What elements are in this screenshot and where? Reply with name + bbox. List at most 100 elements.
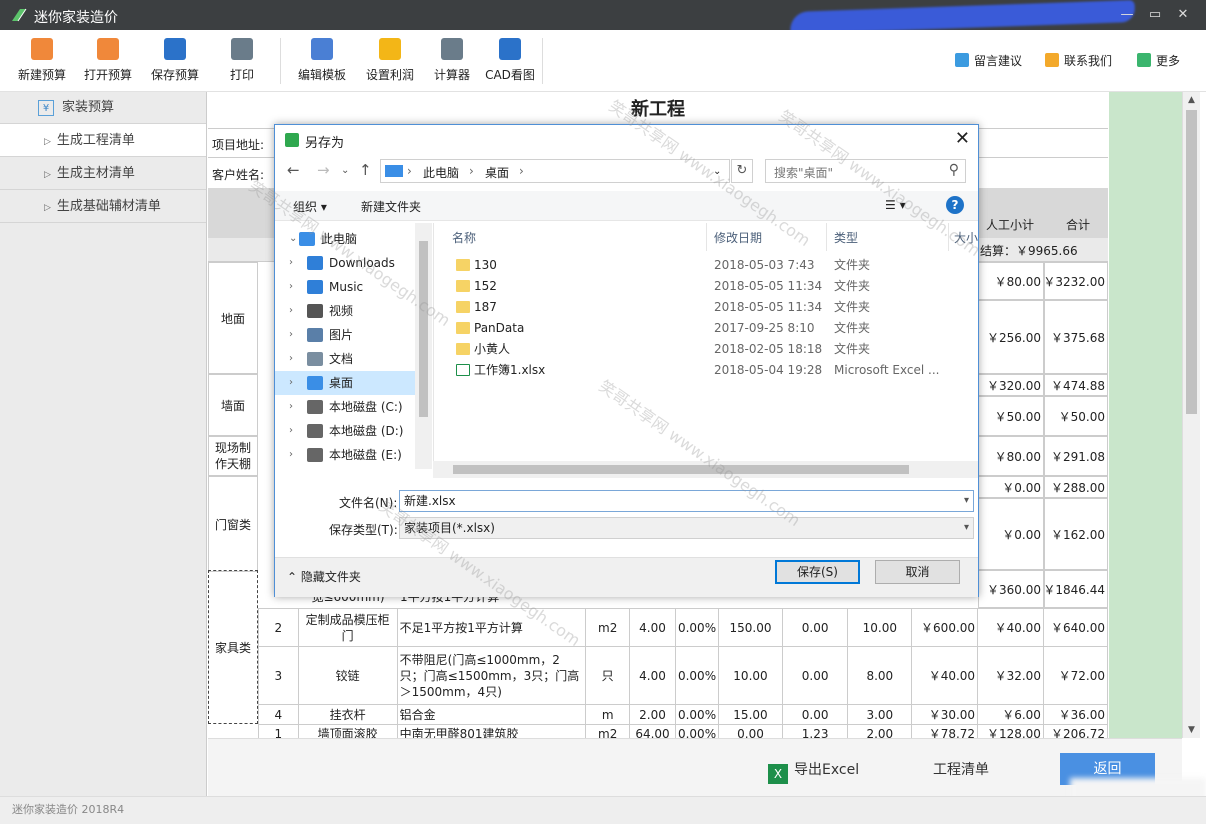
save-button[interactable]: 保存(S) <box>775 560 860 584</box>
minimize-icon[interactable]: — <box>1116 4 1138 26</box>
chevron-right-icon[interactable]: › <box>289 395 293 419</box>
table-row[interactable]: 3 铰链 不带阻尼(门高≤1000mm，2只；门高≤1500mm，3只；门高＞150… <box>258 646 1108 705</box>
sidebar-item-main-materials[interactable]: ▷ 生成主材清单 <box>0 157 206 190</box>
category-cell: 地面 <box>208 262 258 374</box>
table-row[interactable]: 2 定制成品模压柜门 不足1平方按1平方计算 m2 4.00 0.00% 150.00 0.0… <box>258 608 1108 647</box>
sidebar-item-project-list[interactable]: ▷ 生成工程清单 <box>0 124 206 157</box>
chevron-down-icon[interactable]: ▾ <box>964 491 969 511</box>
cell-desc: 不足1平方按1平方计算 <box>396 608 587 647</box>
help-icon[interactable]: ? <box>946 196 964 214</box>
breadcrumb-item[interactable]: 此电脑 <box>423 164 459 181</box>
chevron-right-icon[interactable]: › <box>289 419 293 443</box>
sidebar-item-aux-materials[interactable]: ▷ 生成基础辅材清单 <box>0 190 206 223</box>
filename-label: 文件名(N): <box>339 496 398 510</box>
tree-item[interactable]: › 本地磁盘 (C:) <box>275 395 415 419</box>
filename-field[interactable]: 新建.xlsx ▾ <box>399 490 974 512</box>
chevron-right-icon[interactable]: › <box>289 371 293 395</box>
file-row[interactable]: 130 2018-05-03 7:43 文件夹 <box>434 255 978 276</box>
chevron-right-icon[interactable]: › <box>289 251 293 275</box>
maximize-icon[interactable]: ▭ <box>1144 4 1166 26</box>
tree-item[interactable]: › 视频 <box>275 299 415 323</box>
tree-item[interactable]: › 本地磁盘 (D:) <box>275 419 415 443</box>
horizontal-scrollbar[interactable] <box>433 461 978 478</box>
save-budget-button[interactable]: 保存预算 <box>147 38 203 88</box>
sidebar-header[interactable]: ¥ 家装预算 <box>0 92 206 124</box>
address-bar[interactable]: › 此电脑 › 桌面 › ⌄ <box>380 159 730 183</box>
value-cell: ￥0.00 <box>978 498 1044 570</box>
file-row[interactable]: 187 2018-05-05 11:34 文件夹 <box>434 297 978 318</box>
close-icon[interactable]: ✕ <box>955 128 970 149</box>
tree-item[interactable]: › Music <box>275 275 415 299</box>
search-input[interactable]: 搜索"桌面" ⚲ <box>765 159 966 183</box>
open-budget-button[interactable]: 打开预算 <box>80 38 136 88</box>
file-row[interactable]: 152 2018-05-05 11:34 文件夹 <box>434 276 978 297</box>
chevron-right-icon[interactable]: › <box>289 347 293 371</box>
feedback-link[interactable]: 留言建议 <box>955 52 1022 69</box>
column-type[interactable]: 类型 <box>834 229 858 246</box>
back-arrow-icon[interactable]: ← <box>287 161 300 179</box>
cell-name: 铰链 <box>297 646 398 705</box>
chevron-right-icon[interactable]: › <box>289 299 293 323</box>
column-date[interactable]: 修改日期 <box>714 229 762 246</box>
scroll-thumb[interactable] <box>419 241 428 417</box>
up-arrow-icon[interactable]: ↑ <box>359 161 372 179</box>
chevron-right-icon[interactable]: › <box>289 275 293 299</box>
value-cell: ￥291.08 <box>1044 436 1108 476</box>
file-row[interactable]: 工作簿1.xlsx 2018-05-04 19:28 Microsoft Excel… <box>434 360 978 381</box>
export-excel-button[interactable]: X 导出Excel <box>768 759 859 784</box>
table-row[interactable]: 4 挂衣杆 铝合金 m 2.00 0.00% 15.00 0.00 3.00 ￥30.00 ￥6.0… <box>258 704 1108 725</box>
column-size[interactable]: 大小 <box>954 229 978 246</box>
tree-item[interactable]: › Downloads <box>275 251 415 275</box>
print-button[interactable]: 打印 <box>222 38 262 88</box>
save-icon <box>164 38 186 60</box>
folder-icon <box>456 280 470 292</box>
scroll-up-icon[interactable]: ▲ <box>1183 92 1200 108</box>
chevron-down-icon[interactable]: ⌄ <box>713 166 721 177</box>
filetype-select[interactable]: 家装项目(*.xlsx) ▾ <box>399 517 974 539</box>
column-name[interactable]: 名称 <box>452 229 476 246</box>
scroll-thumb[interactable] <box>453 465 909 474</box>
view-options-icon[interactable]: ☰ ▾ <box>885 198 906 212</box>
category-cell[interactable]: 家具类 <box>208 570 258 724</box>
cell-unit: 只 <box>585 646 631 705</box>
close-icon[interactable]: ✕ <box>1172 4 1194 26</box>
new-folder-button[interactable]: 新建文件夹 <box>361 198 421 215</box>
navigation-tree: ⌄ 此电脑 › Downloads › Music › 视频 › 图片 › 文档 › 桌面 › 本地磁盘 (C… <box>275 223 433 471</box>
more-link[interactable]: 更多 <box>1137 52 1180 69</box>
history-dropdown-icon[interactable]: ⌄ <box>341 165 349 176</box>
organize-button[interactable]: 组织 ▾ <box>293 198 327 215</box>
refresh-icon[interactable]: ↻ <box>731 159 753 183</box>
main-scrollbar[interactable]: ▲ ▼ <box>1182 92 1200 738</box>
value-cell: ￥0.00 <box>978 476 1044 498</box>
app-icon <box>285 133 299 147</box>
new-budget-button[interactable]: 新建预算 <box>14 38 70 88</box>
chevron-right-icon[interactable]: › <box>289 443 293 467</box>
project-list-button[interactable]: 工程清单 <box>933 759 989 779</box>
scroll-down-icon[interactable]: ▼ <box>1183 722 1200 738</box>
contact-link[interactable]: 联系我们 <box>1045 52 1112 69</box>
breadcrumb-item[interactable]: 桌面 <box>485 164 509 181</box>
forward-arrow-icon[interactable]: → <box>317 161 330 179</box>
tree-item[interactable]: › 桌面 <box>275 371 415 395</box>
tree-item[interactable]: ⌄ 此电脑 <box>275 227 415 251</box>
chevron-down-icon[interactable]: ▾ <box>964 518 969 538</box>
redacted-area <box>789 0 1136 35</box>
tree-item[interactable]: › 图片 <box>275 323 415 347</box>
table-row[interactable]: 1 墙顶面滚胶 中南无甲醛801建筑胶 m2 64.00 0.00% 0.00 1.23 2.0… <box>258 724 1108 738</box>
tree-scrollbar[interactable] <box>415 223 432 469</box>
set-profit-button[interactable]: 设置利润 <box>362 38 418 88</box>
chevron-down-icon[interactable]: ⌄ <box>289 227 297 251</box>
edit-template-button[interactable]: 编辑模板 <box>294 38 350 88</box>
download-icon <box>307 256 323 270</box>
tree-item[interactable]: › 本地磁盘 (E:) <box>275 443 415 467</box>
tree-item[interactable]: › 文档 <box>275 347 415 371</box>
cancel-button[interactable]: 取消 <box>875 560 960 584</box>
file-row[interactable]: PanData 2017-09-25 8:10 文件夹 <box>434 318 978 339</box>
calculator-button[interactable]: 计算器 <box>430 38 474 88</box>
hide-folders-toggle[interactable]: ⌃ 隐藏文件夹 <box>287 568 361 585</box>
file-row[interactable]: 小黄人 2018-02-05 18:18 文件夹 <box>434 339 978 360</box>
scroll-thumb[interactable] <box>1186 110 1197 414</box>
cad-viewer-button[interactable]: CAD看图 <box>482 38 538 88</box>
bottom-bar: X 导出Excel 工程清单 返回 <box>208 738 1182 796</box>
chevron-right-icon[interactable]: › <box>289 323 293 347</box>
